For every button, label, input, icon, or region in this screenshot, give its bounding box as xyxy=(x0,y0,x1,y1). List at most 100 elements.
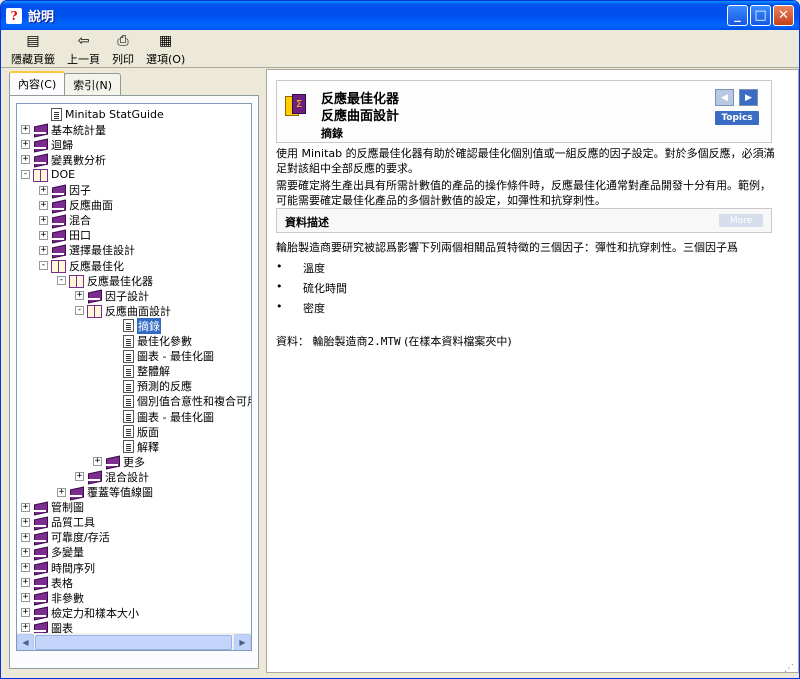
tree-item[interactable]: + 時間序列 xyxy=(21,560,95,575)
close-button[interactable]: ✕ xyxy=(773,5,794,26)
tree-item[interactable]: + 更多 xyxy=(93,454,145,469)
tree-item-label[interactable]: 多變量 xyxy=(51,544,84,560)
tree-item[interactable]: + 選擇最佳設計 xyxy=(39,243,135,258)
tree-item-label[interactable]: 時間序列 xyxy=(51,560,95,576)
expand-icon[interactable]: + xyxy=(21,140,30,150)
expand-icon[interactable]: + xyxy=(21,608,30,618)
tree-item-label[interactable]: 反應曲面設計 xyxy=(105,303,171,319)
tree-item-label[interactable]: 混合設計 xyxy=(105,469,149,485)
tree-item[interactable]: + 覆蓋等值線圖 xyxy=(57,485,153,500)
tree-item[interactable]: Minitab StatGuide xyxy=(39,107,164,122)
tab-index[interactable]: 索引(N) xyxy=(64,73,122,95)
maximize-button[interactable]: □ xyxy=(750,5,771,26)
tree-item-label[interactable]: 因子設計 xyxy=(105,288,149,304)
tree-item[interactable]: + 田口 xyxy=(39,228,91,243)
expand-icon[interactable]: + xyxy=(21,502,30,512)
resize-grip-icon[interactable]: ⋰ xyxy=(784,663,796,675)
tree-item[interactable]: + 管制圖 xyxy=(21,500,84,515)
tree-item-label[interactable]: 反應最佳化 xyxy=(69,258,124,274)
print-button[interactable]: ⎙ 列印 xyxy=(106,31,140,67)
tree-item-label[interactable]: 基本統計量 xyxy=(51,122,106,138)
expand-icon[interactable]: + xyxy=(21,547,30,557)
tree-item[interactable]: + 檢定力和樣本大小 xyxy=(21,605,139,620)
expand-icon[interactable]: + xyxy=(21,578,30,588)
tree-item[interactable]: 圖表 - 最佳化圖 xyxy=(111,409,214,424)
tree-item[interactable]: + 基本統計量 xyxy=(21,122,106,137)
options-button[interactable]: ▦ 選項(O) xyxy=(140,31,191,67)
tree-item-label[interactable]: 選擇最佳設計 xyxy=(69,242,135,258)
tree-item-label[interactable]: 管制圖 xyxy=(51,499,84,515)
tree-item[interactable]: - 反應曲面設計 xyxy=(75,303,171,319)
tree-item-label[interactable]: 可靠度/存活 xyxy=(51,529,110,545)
tree-item[interactable]: + 迴歸 xyxy=(21,137,73,152)
tree-item-label[interactable]: 圖表 - 最佳化圖 xyxy=(137,348,214,364)
tree-item-label[interactable]: 混合 xyxy=(69,212,91,228)
tree-item-label[interactable]: 反應最佳化器 xyxy=(87,273,153,289)
expand-icon[interactable]: + xyxy=(93,457,102,467)
tree-item-label[interactable]: 圖表 - 最佳化圖 xyxy=(137,409,214,425)
tree-item[interactable]: 整體解 xyxy=(111,364,170,379)
tree-item[interactable]: + 反應曲面 xyxy=(39,198,113,213)
back-button[interactable]: ⇦ 上一頁 xyxy=(61,31,106,67)
tree-item-label[interactable]: 覆蓋等值線圖 xyxy=(87,484,153,500)
expand-icon[interactable]: + xyxy=(21,623,30,633)
tree-item-label[interactable]: 表格 xyxy=(51,575,73,591)
tree-item[interactable]: + 非參數 xyxy=(21,590,84,605)
scroll-thumb[interactable] xyxy=(35,635,232,650)
tree-item[interactable]: + 表格 xyxy=(21,575,73,590)
tree-item-label[interactable]: 解釋 xyxy=(137,439,159,455)
collapse-icon[interactable]: - xyxy=(39,261,48,270)
title-bar[interactable]: ? 說明 _ □ ✕ xyxy=(1,1,799,30)
tree-item-label[interactable]: 預測的反應 xyxy=(137,378,192,394)
expand-icon[interactable]: + xyxy=(57,487,66,497)
tree-item[interactable]: 最佳化參數 xyxy=(111,334,192,349)
scroll-left-icon[interactable]: ◀ xyxy=(17,634,34,650)
contents-tree[interactable]: Minitab StatGuide + 基本統計量 + 迴歸 + 變異數分析 - DOE + 因子 +… xyxy=(16,103,252,651)
expand-icon[interactable]: + xyxy=(39,245,48,255)
hide-tabs-button[interactable]: ▤ 隱藏頁籤 xyxy=(5,31,61,67)
more-button[interactable]: More xyxy=(719,214,763,227)
expand-icon[interactable]: + xyxy=(75,291,84,301)
tree-item[interactable]: + 混合 xyxy=(39,213,91,228)
expand-icon[interactable]: + xyxy=(21,125,30,135)
collapse-icon[interactable]: - xyxy=(75,306,84,316)
tree-item-label[interactable]: 檢定力和樣本大小 xyxy=(51,605,139,621)
tree-item-label[interactable]: 更多 xyxy=(123,454,145,470)
tree-item-label[interactable]: 因子 xyxy=(69,182,91,198)
expand-icon[interactable]: + xyxy=(21,593,30,603)
expand-icon[interactable]: + xyxy=(21,532,30,542)
horizontal-scrollbar[interactable]: ◀ ▶ xyxy=(17,633,251,650)
tree-item-label[interactable]: 品質工具 xyxy=(51,514,95,530)
tree-item[interactable]: 版面 xyxy=(111,424,159,439)
tree-item-label[interactable]: Minitab StatGuide xyxy=(65,108,164,121)
tree-item-label[interactable]: DOE xyxy=(51,168,75,181)
collapse-icon[interactable]: - xyxy=(21,170,30,180)
topics-button[interactable]: Topics xyxy=(715,111,759,125)
tree-item-label[interactable]: 變異數分析 xyxy=(51,152,106,168)
tree-item-label[interactable]: 最佳化參數 xyxy=(137,333,192,349)
expand-icon[interactable]: + xyxy=(39,185,48,195)
scroll-right-icon[interactable]: ▶ xyxy=(234,634,251,650)
tree-item[interactable]: 個別值合意性和複合可用 xyxy=(111,393,251,409)
tree-item-label[interactable]: 整體解 xyxy=(137,363,170,379)
tree-item[interactable]: 摘錄 xyxy=(111,317,161,334)
tree-item[interactable]: 圖表 - 最佳化圖 xyxy=(111,349,214,364)
tree-item-label[interactable]: 摘錄 xyxy=(137,317,161,334)
tree-item[interactable]: - 反應最佳化器 xyxy=(57,273,153,289)
tree-item[interactable]: 解釋 xyxy=(111,439,159,454)
tree-item-label[interactable]: 個別值合意性和複合可用 xyxy=(137,393,251,409)
expand-icon[interactable]: + xyxy=(21,563,30,572)
tree-item[interactable]: - 反應最佳化 xyxy=(39,258,124,273)
expand-icon[interactable]: + xyxy=(39,230,48,240)
tree-item[interactable]: + 混合設計 xyxy=(75,469,149,484)
tree-item-label[interactable]: 版面 xyxy=(137,424,159,440)
expand-icon[interactable]: + xyxy=(75,472,84,482)
tree-item[interactable]: + 因子 xyxy=(39,183,91,198)
tree-item-label[interactable]: 田口 xyxy=(69,227,91,243)
minimize-button[interactable]: _ xyxy=(727,5,748,26)
tree-item[interactable]: + 品質工具 xyxy=(21,515,95,530)
expand-icon[interactable]: + xyxy=(39,215,48,225)
tree-item[interactable]: - DOE xyxy=(21,167,75,183)
next-topic-button[interactable]: ▶ xyxy=(739,89,758,106)
tree-item[interactable]: + 可靠度/存活 xyxy=(21,530,110,545)
